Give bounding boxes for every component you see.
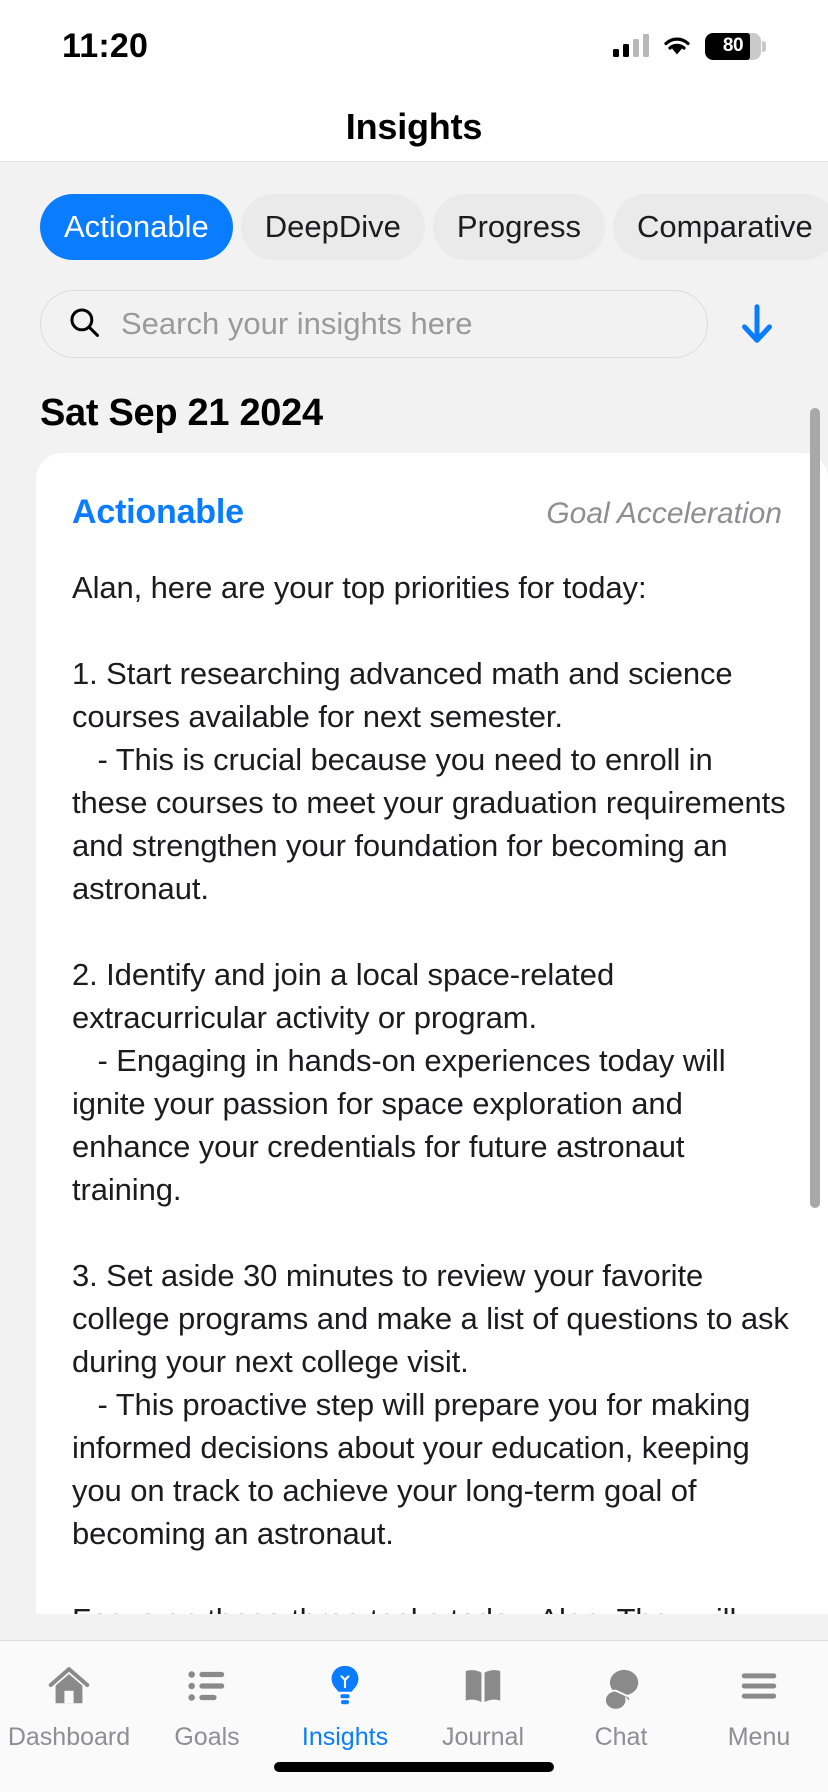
status-bar: 11:20 80 [0,0,828,92]
tab-insights[interactable]: Insights [276,1661,414,1752]
arrow-down-icon[interactable] [726,293,788,355]
search-row: Search your insights here [0,260,828,380]
lightbulb-icon [322,1661,368,1711]
insight-type-label: Actionable [72,493,244,531]
tab-label-chat: Chat [594,1723,648,1751]
tab-label-goals: Goals [174,1723,240,1751]
insight-card-header: Actionable Goal Acceleration [72,493,792,532]
tab-journal[interactable]: Journal [414,1661,552,1752]
chat-bubbles-icon [598,1661,644,1711]
home-icon [46,1661,92,1711]
battery-percent: 80 [722,35,744,56]
wifi-icon [663,35,691,57]
tab-label-insights: Insights [301,1723,389,1751]
page-title: Insights [345,105,483,147]
tab-label-journal: Journal [442,1723,524,1751]
status-indicators: 80 [613,32,766,60]
battery-icon: 80 [705,32,766,60]
navigation-bar: Insights [0,92,828,162]
tab-label-menu: Menu [727,1723,791,1751]
cellular-signal-icon [613,34,649,57]
status-time: 11:20 [62,26,149,65]
book-icon [460,1661,506,1711]
filter-tabs: Actionable DeepDive Progress Comparative [0,162,828,260]
date-header: Sat Sep 21 2024 [40,392,323,434]
insight-body-text: Alan, here are your top priorities for t… [72,570,789,1637]
filter-tab-actionable[interactable]: Actionable [40,194,233,260]
home-indicator [274,1762,554,1772]
tab-label-dashboard: Dashboard [7,1723,131,1751]
vertical-scrollbar[interactable] [810,408,820,1208]
insights-feed[interactable]: Sat Sep 21 2024 Actionable Goal Accelera… [0,380,828,1640]
tab-menu[interactable]: Menu [690,1661,828,1752]
tab-goals[interactable]: Goals [138,1661,276,1752]
insight-category-label: Goal Acceleration [546,497,782,530]
filter-tab-comparative[interactable]: Comparative [612,194,828,260]
list-icon [184,1661,230,1711]
tab-dashboard[interactable]: Dashboard [0,1661,138,1752]
feed-bottom-spacer [0,1614,828,1640]
tab-chat[interactable]: Chat [552,1661,690,1752]
filter-tab-deepdive[interactable]: DeepDive [240,194,425,260]
hamburger-icon [736,1661,782,1711]
search-placeholder: Search your insights here [121,306,473,341]
search-icon [67,305,101,344]
filter-tab-progress[interactable]: Progress [432,194,605,260]
app-screen: 11:20 80 Insights Actionable DeepDive Pr… [0,0,828,1792]
insight-card[interactable]: Actionable Goal Acceleration Alan, here … [36,453,828,1640]
search-input[interactable]: Search your insights here [40,290,708,358]
